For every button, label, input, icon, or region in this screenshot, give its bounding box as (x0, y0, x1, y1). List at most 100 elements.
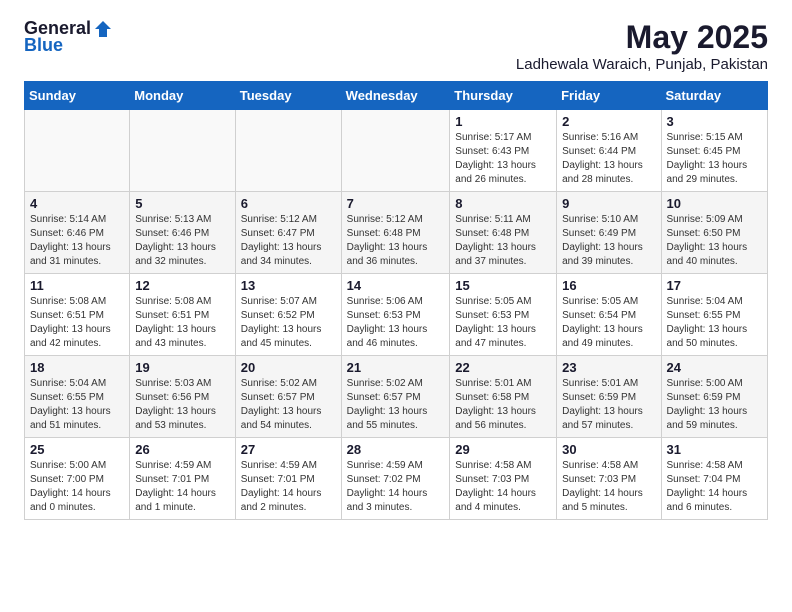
calendar-cell: 8 Sunrise: 5:11 AM Sunset: 6:48 PM Daylig… (450, 192, 557, 274)
calendar-cell: 6 Sunrise: 5:12 AM Sunset: 6:47 PM Daylig… (235, 192, 341, 274)
cell-info: Sunrise: 5:17 AM Sunset: 6:43 PM Dayligh… (455, 131, 551, 187)
day-number: 7 (347, 196, 445, 211)
calendar-week-1: 1 Sunrise: 5:17 AM Sunset: 6:43 PM Daylig… (25, 110, 768, 192)
calendar-cell: 11 Sunrise: 5:08 AM Sunset: 6:51 PM Dayli… (25, 274, 130, 356)
cell-info: Sunrise: 4:59 AM Sunset: 7:02 PM Dayligh… (347, 459, 445, 515)
calendar-table: Sunday Monday Tuesday Wednesday Thursday… (24, 81, 768, 520)
cell-info: Sunrise: 5:00 AM Sunset: 6:59 PM Dayligh… (667, 377, 762, 433)
day-number: 5 (135, 196, 230, 211)
col-sunday: Sunday (25, 82, 130, 110)
calendar-cell: 23Sunrise: 5:01 AM Sunset: 6:59 PM Dayli… (557, 356, 661, 438)
calendar-cell: 29Sunrise: 4:58 AM Sunset: 7:03 PM Dayli… (450, 438, 557, 520)
cell-info: Sunrise: 5:16 AM Sunset: 6:44 PM Dayligh… (562, 131, 655, 187)
cell-info: Sunrise: 5:05 AM Sunset: 6:54 PM Dayligh… (562, 295, 655, 351)
day-number: 16 (562, 278, 655, 293)
day-number: 29 (455, 442, 551, 457)
day-number: 20 (241, 360, 336, 375)
day-number: 25 (30, 442, 124, 457)
day-number: 26 (135, 442, 230, 457)
calendar-header: Sunday Monday Tuesday Wednesday Thursday… (25, 82, 768, 110)
cell-info: Sunrise: 5:14 AM Sunset: 6:46 PM Dayligh… (30, 213, 124, 269)
day-number: 8 (455, 196, 551, 211)
calendar-week-4: 18 Sunrise: 5:04 AM Sunset: 6:55 PM Dayli… (25, 356, 768, 438)
day-number: 28 (347, 442, 445, 457)
calendar-cell: 7 Sunrise: 5:12 AM Sunset: 6:48 PM Daylig… (341, 192, 450, 274)
title-block: May 2025 Ladhewala Waraich, Punjab, Paki… (516, 18, 768, 73)
day-number: 18 (30, 360, 124, 375)
calendar-cell: 25Sunrise: 5:00 AM Sunset: 7:00 PM Dayli… (25, 438, 130, 520)
calendar-cell: 28 Sunrise: 4:59 AM Sunset: 7:02 PM Dayli… (341, 438, 450, 520)
cell-info: Sunrise: 4:59 AM Sunset: 7:01 PM Dayligh… (241, 459, 336, 515)
day-number: 27 (241, 442, 336, 457)
cell-info: Sunrise: 5:02 AM Sunset: 6:57 PM Dayligh… (347, 377, 445, 433)
calendar-cell: 5Sunrise: 5:13 AM Sunset: 6:46 PM Daylig… (130, 192, 236, 274)
day-number: 6 (241, 196, 336, 211)
logo-icon (93, 19, 113, 39)
cell-info: Sunrise: 5:12 AM Sunset: 6:48 PM Dayligh… (347, 213, 445, 269)
calendar-cell: 16 Sunrise: 5:05 AM Sunset: 6:54 PM Dayli… (557, 274, 661, 356)
location-subtitle: Ladhewala Waraich, Punjab, Pakistan (516, 56, 768, 73)
cell-info: Sunrise: 5:12 AM Sunset: 6:47 PM Dayligh… (241, 213, 336, 269)
day-number: 3 (667, 114, 762, 129)
day-number: 22 (455, 360, 551, 375)
day-number: 9 (562, 196, 655, 211)
cell-info: Sunrise: 5:04 AM Sunset: 6:55 PM Dayligh… (667, 295, 762, 351)
cell-info: Sunrise: 4:58 AM Sunset: 7:04 PM Dayligh… (667, 459, 762, 515)
logo-blue-text: Blue (24, 35, 63, 56)
calendar-cell: 31 Sunrise: 4:58 AM Sunset: 7:04 PM Dayli… (661, 438, 767, 520)
header-row: Sunday Monday Tuesday Wednesday Thursday… (25, 82, 768, 110)
calendar-cell: 20 Sunrise: 5:02 AM Sunset: 6:57 PM Dayli… (235, 356, 341, 438)
calendar-week-3: 11 Sunrise: 5:08 AM Sunset: 6:51 PM Dayli… (25, 274, 768, 356)
day-number: 19 (135, 360, 230, 375)
calendar-cell (130, 110, 236, 192)
day-number: 31 (667, 442, 762, 457)
day-number: 30 (562, 442, 655, 457)
day-number: 13 (241, 278, 336, 293)
month-year-title: May 2025 (516, 18, 768, 56)
cell-info: Sunrise: 5:11 AM Sunset: 6:48 PM Dayligh… (455, 213, 551, 269)
calendar-cell: 10 Sunrise: 5:09 AM Sunset: 6:50 PM Dayli… (661, 192, 767, 274)
calendar-cell: 2Sunrise: 5:16 AM Sunset: 6:44 PM Daylig… (557, 110, 661, 192)
col-monday: Monday (130, 82, 236, 110)
day-number: 4 (30, 196, 124, 211)
calendar-body: 1 Sunrise: 5:17 AM Sunset: 6:43 PM Daylig… (25, 110, 768, 520)
day-number: 11 (30, 278, 124, 293)
col-friday: Friday (557, 82, 661, 110)
col-tuesday: Tuesday (235, 82, 341, 110)
day-number: 12 (135, 278, 230, 293)
calendar-cell: 3Sunrise: 5:15 AM Sunset: 6:45 PM Daylig… (661, 110, 767, 192)
cell-info: Sunrise: 5:07 AM Sunset: 6:52 PM Dayligh… (241, 295, 336, 351)
calendar-cell: 15 Sunrise: 5:05 AM Sunset: 6:53 PM Dayli… (450, 274, 557, 356)
day-number: 1 (455, 114, 551, 129)
cell-info: Sunrise: 5:02 AM Sunset: 6:57 PM Dayligh… (241, 377, 336, 433)
cell-info: Sunrise: 5:09 AM Sunset: 6:50 PM Dayligh… (667, 213, 762, 269)
calendar-cell: 27 Sunrise: 4:59 AM Sunset: 7:01 PM Dayli… (235, 438, 341, 520)
calendar-week-5: 25Sunrise: 5:00 AM Sunset: 7:00 PM Dayli… (25, 438, 768, 520)
cell-info: Sunrise: 5:04 AM Sunset: 6:55 PM Dayligh… (30, 377, 124, 433)
day-number: 10 (667, 196, 762, 211)
col-saturday: Saturday (661, 82, 767, 110)
page-header: General Blue May 2025 Ladhewala Waraich,… (0, 0, 792, 81)
cell-info: Sunrise: 5:05 AM Sunset: 6:53 PM Dayligh… (455, 295, 551, 351)
calendar-cell: 9Sunrise: 5:10 AM Sunset: 6:49 PM Daylig… (557, 192, 661, 274)
calendar-cell: 14Sunrise: 5:06 AM Sunset: 6:53 PM Dayli… (341, 274, 450, 356)
calendar-week-2: 4 Sunrise: 5:14 AM Sunset: 6:46 PM Daylig… (25, 192, 768, 274)
calendar-cell: 22 Sunrise: 5:01 AM Sunset: 6:58 PM Dayli… (450, 356, 557, 438)
calendar-cell (341, 110, 450, 192)
calendar-cell: 13 Sunrise: 5:07 AM Sunset: 6:52 PM Dayli… (235, 274, 341, 356)
cell-info: Sunrise: 5:08 AM Sunset: 6:51 PM Dayligh… (30, 295, 124, 351)
cell-info: Sunrise: 5:08 AM Sunset: 6:51 PM Dayligh… (135, 295, 230, 351)
calendar-cell: 12 Sunrise: 5:08 AM Sunset: 6:51 PM Dayli… (130, 274, 236, 356)
calendar-wrapper: Sunday Monday Tuesday Wednesday Thursday… (0, 81, 792, 532)
cell-info: Sunrise: 4:58 AM Sunset: 7:03 PM Dayligh… (562, 459, 655, 515)
day-number: 17 (667, 278, 762, 293)
calendar-cell: 30 Sunrise: 4:58 AM Sunset: 7:03 PM Dayli… (557, 438, 661, 520)
calendar-cell: 18 Sunrise: 5:04 AM Sunset: 6:55 PM Dayli… (25, 356, 130, 438)
cell-info: Sunrise: 5:01 AM Sunset: 6:58 PM Dayligh… (455, 377, 551, 433)
calendar-cell: 1 Sunrise: 5:17 AM Sunset: 6:43 PM Daylig… (450, 110, 557, 192)
calendar-cell: 4 Sunrise: 5:14 AM Sunset: 6:46 PM Daylig… (25, 192, 130, 274)
calendar-cell (235, 110, 341, 192)
day-number: 24 (667, 360, 762, 375)
day-number: 14 (347, 278, 445, 293)
day-number: 15 (455, 278, 551, 293)
